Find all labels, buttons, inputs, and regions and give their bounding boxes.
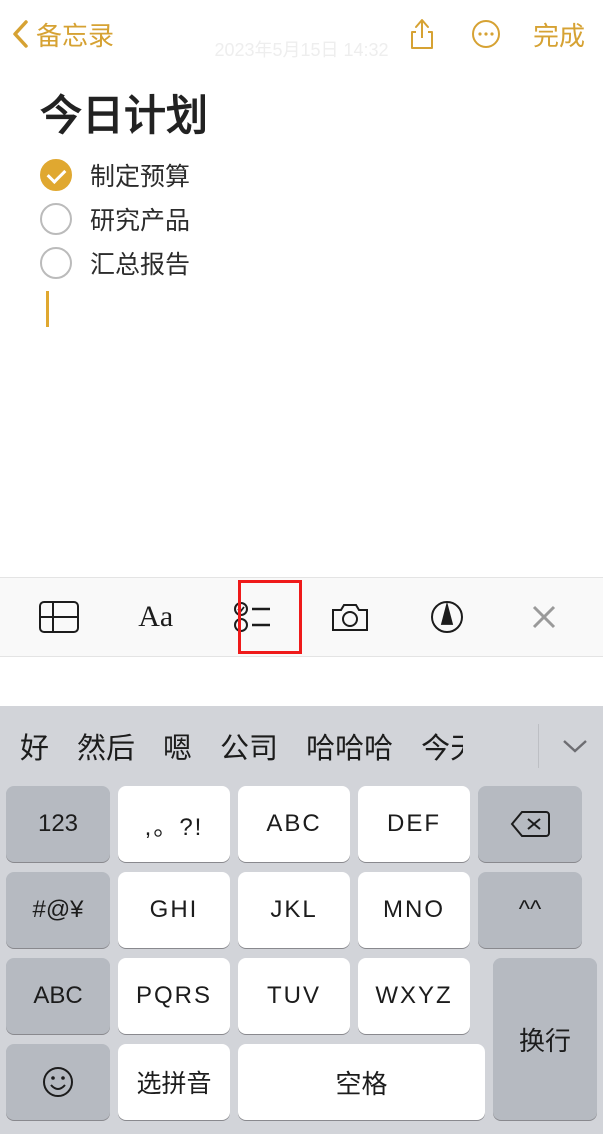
- text-format-button[interactable]: Aa: [132, 593, 180, 641]
- key-face[interactable]: ^^: [478, 872, 582, 948]
- key-def[interactable]: DEF: [358, 786, 470, 862]
- note-body[interactable]: 今日计划 制定预算 研究产品 汇总报告: [0, 68, 603, 327]
- key-numbers[interactable]: 123: [6, 786, 110, 862]
- text-cursor: [46, 291, 49, 327]
- nav-bar: 备忘录 2023年5月15日 14:32 完成: [0, 0, 603, 68]
- checklist-item[interactable]: 汇总报告: [40, 245, 573, 281]
- key-punct[interactable]: ,。?!: [118, 786, 230, 862]
- key-mno[interactable]: MNO: [358, 872, 470, 948]
- suggestion[interactable]: 好: [6, 725, 63, 767]
- suggestion-bar: 好 然后 嗯 公司 哈哈哈 今天: [0, 706, 603, 786]
- markup-button[interactable]: [423, 593, 471, 641]
- close-keyboard-button[interactable]: [520, 593, 568, 641]
- key-ghi[interactable]: GHI: [118, 872, 230, 948]
- done-button[interactable]: 完成: [533, 16, 593, 53]
- suggestion[interactable]: 嗯: [149, 725, 206, 767]
- key-wxyz[interactable]: WXYZ: [358, 958, 470, 1034]
- backspace-icon: [510, 810, 550, 838]
- checklist-label[interactable]: 制定预算: [90, 157, 190, 193]
- key-pqrs[interactable]: PQRS: [118, 958, 230, 1034]
- format-toolbar: Aa: [0, 577, 603, 657]
- key-space[interactable]: 空格: [238, 1044, 485, 1120]
- divider: [538, 724, 539, 768]
- suggestion[interactable]: 哈哈哈: [292, 725, 407, 767]
- checklist-label[interactable]: 研究产品: [90, 201, 190, 237]
- camera-button[interactable]: [326, 593, 374, 641]
- keyboard: 好 然后 嗯 公司 哈哈哈 今天 123 ,。?! ABC DEF #@¥ GH…: [0, 706, 603, 1134]
- key-emoji[interactable]: [6, 1044, 110, 1120]
- more-button[interactable]: [469, 17, 503, 51]
- checkbox-empty-icon[interactable]: [40, 203, 72, 235]
- back-button[interactable]: 备忘录: [6, 16, 114, 53]
- emoji-icon: [42, 1066, 74, 1098]
- suggestion[interactable]: 今天: [407, 725, 463, 767]
- key-jkl[interactable]: JKL: [238, 872, 350, 948]
- back-label: 备忘录: [36, 16, 114, 53]
- key-pinyin[interactable]: 选拼音: [118, 1044, 230, 1120]
- chevron-left-icon: [6, 19, 36, 49]
- checklist-item[interactable]: 制定预算: [40, 157, 573, 193]
- checklist-button[interactable]: [229, 593, 277, 641]
- key-enter[interactable]: 换行: [493, 958, 597, 1120]
- suggestion[interactable]: 公司: [206, 725, 292, 767]
- checklist-label[interactable]: 汇总报告: [90, 245, 190, 281]
- key-tuv[interactable]: TUV: [238, 958, 350, 1034]
- note-title[interactable]: 今日计划: [40, 82, 573, 143]
- checklist-item[interactable]: 研究产品: [40, 201, 573, 237]
- table-button[interactable]: [35, 593, 83, 641]
- chevron-down-icon[interactable]: [557, 728, 593, 764]
- checkbox-checked-icon[interactable]: [40, 159, 72, 191]
- suggestion[interactable]: 然后: [63, 725, 149, 767]
- share-button[interactable]: [405, 17, 439, 51]
- key-shift-abc[interactable]: ABC: [6, 958, 110, 1034]
- key-backspace[interactable]: [478, 786, 582, 862]
- checkbox-empty-icon[interactable]: [40, 247, 72, 279]
- key-abc[interactable]: ABC: [238, 786, 350, 862]
- key-symbols[interactable]: #@¥: [6, 872, 110, 948]
